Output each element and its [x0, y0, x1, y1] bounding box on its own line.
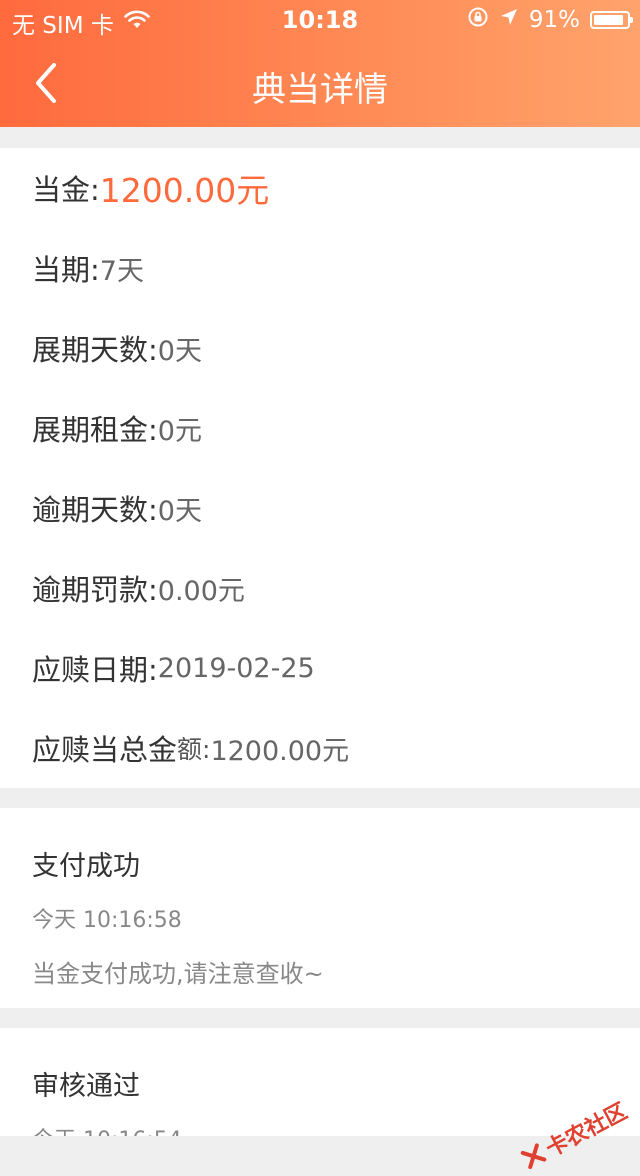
battery-icon — [590, 11, 633, 29]
term-row: 当期: 7天 — [32, 228, 608, 308]
redeem-total-value: 1200.00元 — [210, 735, 350, 767]
overdue-days-value: 0天 — [157, 495, 202, 527]
redeem-date-label: 应赎日期: — [32, 653, 158, 687]
redeem-total-label-suffix: 额: — [177, 735, 211, 764]
log-message: 当金支付成功,请注意查收~ — [32, 954, 608, 989]
rotation-lock-icon — [467, 6, 489, 34]
redeem-total-row: 应赎当总金 额: 1200.00元 — [32, 708, 608, 788]
term-value: 7天 — [99, 255, 144, 287]
log-message-text: 当金支付成功,请注意查收~ — [32, 960, 324, 988]
status-bar: 无 SIM 卡 10:18 91% — [0, 0, 640, 40]
battery-level — [594, 15, 624, 25]
battery-percent: 91% — [528, 7, 580, 33]
status-right: 91% — [457, 6, 633, 34]
log-entry: 支付成功 今天 10:16:58 当金支付成功,请注意查收~ — [0, 808, 640, 1008]
log-title: 审核通过 — [32, 1064, 608, 1103]
extension-rent-label: 展期租金: — [32, 413, 158, 447]
principal-value: 1200.00元 — [99, 171, 270, 210]
log-time: 今天 10:16:54 — [32, 1122, 608, 1136]
log-entry: 审核通过 今天 10:16:54 — [0, 1028, 640, 1136]
watermark-logo-icon — [520, 1143, 547, 1170]
extension-days-row: 展期天数: 0天 — [32, 308, 608, 388]
header: 无 SIM 卡 10:18 91% 典当详情 — [0, 0, 640, 127]
overdue-fine-label: 逾期罚款: — [32, 573, 158, 607]
overdue-fine-value: 0.00元 — [157, 575, 245, 607]
overdue-days-label: 逾期天数: — [32, 493, 158, 527]
overdue-fine-row: 逾期罚款: 0.00元 — [32, 548, 608, 628]
log-title-text: 审核通过 — [32, 1071, 140, 1102]
redeem-date-row: 应赎日期: 2019-02-25 — [32, 628, 608, 708]
extension-days-value: 0天 — [157, 335, 202, 367]
log-title-text: 支付成功 — [32, 851, 140, 882]
log-time: 今天 10:16:58 — [32, 902, 608, 934]
principal-row: 当金: 1200.00元 — [32, 148, 608, 228]
page-title: 典当详情 — [252, 70, 388, 110]
redeem-date-value: 2019-02-25 — [157, 652, 315, 684]
pawn-details-card: 当金: 1200.00元 当期: 7天 展期天数: 0天 展期租金: 0元 逾期… — [0, 148, 640, 788]
redeem-total-label: 应赎当总金 — [32, 733, 178, 767]
extension-days-label: 展期天数: — [32, 333, 158, 367]
log-time-text: 今天 10:16:58 — [32, 908, 182, 933]
term-label: 当期: — [32, 253, 100, 287]
overdue-days-row: 逾期天数: 0天 — [32, 468, 608, 548]
log-time-text: 今天 10:16:54 — [32, 1128, 182, 1136]
principal-label: 当金: — [32, 173, 100, 207]
location-arrow-icon — [499, 7, 519, 33]
extension-rent-row: 展期租金: 0元 — [32, 388, 608, 468]
log-title: 支付成功 — [32, 844, 608, 883]
extension-rent-value: 0元 — [157, 415, 202, 447]
